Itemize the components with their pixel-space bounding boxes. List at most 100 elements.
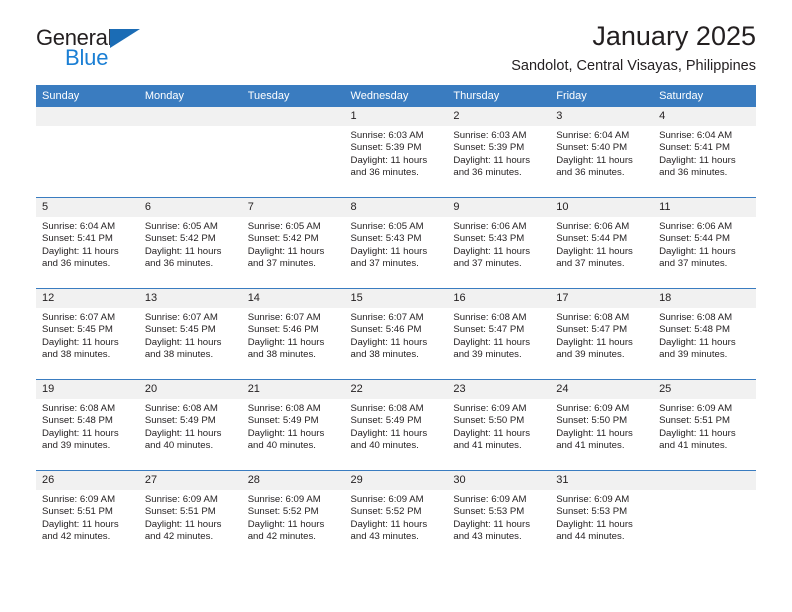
sunrise-time: Sunrise: 6:03 AM [453,130,527,141]
sunset-time: Sunset: 5:52 PM [350,506,422,518]
daylight-duration-line2: and 42 minutes. [42,530,111,542]
sunset-time: Sunset: 5:43 PM [350,233,422,245]
calendar-day-cell[interactable]: 15 Sunrise: 6:07 AM Sunset: 5:46 PM Dayligh… [344,288,448,380]
sunrise-time: Sunrise: 6:09 AM [42,494,116,505]
daylight-duration-line2: and 37 minutes. [659,257,728,269]
daylight-duration-line1: Daylight: 11 hours [350,518,428,530]
day-number: 9 [447,198,551,217]
calendar-week-row: 26 Sunrise: 6:09 AM Sunset: 5:51 PM Dayligh… [36,470,756,561]
sunrise-time: Sunrise: 6:08 AM [659,312,733,323]
day-number: 4 [653,107,756,126]
calendar-day-cell[interactable]: 11 Sunrise: 6:06 AM Sunset: 5:44 PM Dayligh… [653,197,756,289]
daylight-duration-line1: Daylight: 11 hours [453,427,530,439]
day-number: 22 [344,380,448,399]
sunset-time: Sunset: 5:43 PM [453,233,525,245]
calendar-day-cell[interactable]: 26 Sunrise: 6:09 AM Sunset: 5:51 PM Dayligh… [36,470,139,561]
sunset-time: Sunset: 5:39 PM [453,142,525,154]
daylight-duration-line1: Daylight: 11 hours [247,245,325,257]
calendar-day-cell[interactable]: 3 Sunrise: 6:04 AM Sunset: 5:40 PM Daylight… [550,107,654,198]
sunset-time: Sunset: 5:45 PM [144,324,216,336]
day-number: 26 [36,471,139,490]
daylight-duration-line2: and 36 minutes. [144,257,214,269]
sunrise-time: Sunrise: 6:08 AM [42,403,116,414]
day-details: Sunrise: 6:09 AM Sunset: 5:52 PM Daylight:… [242,490,345,543]
calendar-day-cell[interactable]: 2 Sunrise: 6:03 AM Sunset: 5:39 PM Daylight… [447,107,551,198]
sunrise-time: Sunrise: 6:04 AM [42,221,116,232]
calendar-day-cell[interactable]: 16 Sunrise: 6:08 AM Sunset: 5:47 PM Dayligh… [447,288,551,380]
general-blue-logo[interactable]: General Blue [36,26,142,69]
daylight-duration-line2: and 36 minutes. [453,166,522,178]
daylight-duration-line2: and 42 minutes. [144,530,214,542]
weekday-header-thursday: Thursday [447,85,551,107]
daylight-duration-line1: Daylight: 11 hours [659,154,736,166]
calendar-body: 1 Sunrise: 6:03 AM Sunset: 5:39 PM Daylight… [36,107,756,561]
day-number: 17 [550,289,654,308]
calendar-day-cell[interactable]: 7 Sunrise: 6:05 AM Sunset: 5:42 PM Daylight… [241,197,345,289]
sunset-time: Sunset: 5:48 PM [42,415,113,427]
sunset-time: Sunset: 5:41 PM [42,233,113,245]
weekday-header-saturday: Saturday [653,85,756,107]
daylight-duration-line1: Daylight: 11 hours [350,336,428,348]
calendar-day-cell[interactable]: 23 Sunrise: 6:09 AM Sunset: 5:50 PM Dayligh… [447,379,551,471]
calendar-day-cell[interactable]: 8 Sunrise: 6:05 AM Sunset: 5:43 PM Daylight… [344,197,448,289]
daylight-duration-line1: Daylight: 11 hours [556,245,633,257]
calendar-day-cell[interactable]: 14 Sunrise: 6:07 AM Sunset: 5:46 PM Dayligh… [241,288,345,380]
day-details: Sunrise: 6:05 AM Sunset: 5:42 PM Daylight:… [139,217,242,270]
daylight-duration-line2: and 38 minutes. [144,348,214,360]
calendar-day-cell[interactable]: 5 Sunrise: 6:04 AM Sunset: 5:41 PM Daylight… [36,197,139,289]
day-details: Sunrise: 6:08 AM Sunset: 5:48 PM Daylight:… [653,308,756,361]
day-details: Sunrise: 6:08 AM Sunset: 5:47 PM Daylight:… [447,308,550,361]
calendar-day-cell[interactable]: 17 Sunrise: 6:08 AM Sunset: 5:47 PM Dayligh… [550,288,654,380]
daylight-duration-line1: Daylight: 11 hours [453,154,530,166]
calendar-day-cell[interactable]: 31 Sunrise: 6:09 AM Sunset: 5:53 PM Dayligh… [550,470,654,561]
calendar-day-cell[interactable]: 27 Sunrise: 6:09 AM Sunset: 5:51 PM Dayligh… [138,470,242,561]
sunset-time: Sunset: 5:42 PM [144,233,216,245]
daylight-duration-line2: and 42 minutes. [247,530,316,542]
sunrise-time: Sunrise: 6:07 AM [42,312,116,323]
daylight-duration-line1: Daylight: 11 hours [453,518,530,530]
brand-name-line1: General [36,26,142,49]
calendar-day-cell[interactable]: 19 Sunrise: 6:08 AM Sunset: 5:48 PM Dayligh… [36,379,139,471]
day-number [138,107,242,126]
calendar-day-cell[interactable]: 10 Sunrise: 6:06 AM Sunset: 5:44 PM Dayligh… [550,197,654,289]
page-title: January 2025 [592,21,756,51]
day-details: Sunrise: 6:04 AM Sunset: 5:40 PM Daylight:… [550,126,653,179]
calendar-day-cell[interactable]: 12 Sunrise: 6:07 AM Sunset: 5:45 PM Dayligh… [36,288,139,380]
day-details: Sunrise: 6:09 AM Sunset: 5:51 PM Daylight:… [139,490,242,543]
day-details: Sunrise: 6:09 AM Sunset: 5:53 PM Daylight:… [447,490,550,543]
sunrise-time: Sunrise: 6:07 AM [144,312,218,323]
calendar-day-cell[interactable]: 21 Sunrise: 6:08 AM Sunset: 5:49 PM Dayligh… [241,379,345,471]
weekday-header-wednesday: Wednesday [344,85,448,107]
day-details: Sunrise: 6:09 AM Sunset: 5:53 PM Daylight:… [550,490,653,543]
calendar-day-cell[interactable]: 9 Sunrise: 6:06 AM Sunset: 5:43 PM Daylight… [447,197,551,289]
calendar-day-cell[interactable]: 1 Sunrise: 6:03 AM Sunset: 5:39 PM Daylight… [344,107,448,198]
calendar-day-cell[interactable]: 6 Sunrise: 6:05 AM Sunset: 5:42 PM Daylight… [138,197,242,289]
calendar-day-cell[interactable]: 18 Sunrise: 6:08 AM Sunset: 5:48 PM Dayligh… [653,288,756,380]
calendar-day-cell[interactable]: 25 Sunrise: 6:09 AM Sunset: 5:51 PM Dayligh… [653,379,756,471]
calendar-day-cell[interactable]: 24 Sunrise: 6:09 AM Sunset: 5:50 PM Dayligh… [550,379,654,471]
daylight-duration-line1: Daylight: 11 hours [659,245,736,257]
daylight-duration-line2: and 38 minutes. [42,348,111,360]
sunset-time: Sunset: 5:52 PM [247,506,319,518]
day-number [653,471,756,490]
calendar-day-cell[interactable]: 13 Sunrise: 6:07 AM Sunset: 5:45 PM Dayligh… [138,288,242,380]
day-number: 31 [550,471,654,490]
calendar-day-cell[interactable]: 4 Sunrise: 6:04 AM Sunset: 5:41 PM Daylight… [653,107,756,198]
sunrise-time: Sunrise: 6:09 AM [556,403,630,414]
daylight-duration-line1: Daylight: 11 hours [247,518,325,530]
daylight-duration-line2: and 37 minutes. [453,257,522,269]
daylight-duration-line2: and 43 minutes. [350,530,419,542]
calendar-day-cell[interactable]: 20 Sunrise: 6:08 AM Sunset: 5:49 PM Dayligh… [138,379,242,471]
day-number: 10 [550,198,654,217]
day-number: 14 [241,289,345,308]
calendar-day-cell[interactable]: 29 Sunrise: 6:09 AM Sunset: 5:52 PM Dayligh… [344,470,448,561]
sunrise-time: Sunrise: 6:09 AM [144,494,218,505]
calendar-day-cell[interactable]: 30 Sunrise: 6:09 AM Sunset: 5:53 PM Dayligh… [447,470,551,561]
daylight-duration-line2: and 37 minutes. [247,257,316,269]
sunset-time: Sunset: 5:42 PM [247,233,319,245]
calendar-day-cell[interactable]: 22 Sunrise: 6:08 AM Sunset: 5:49 PM Dayligh… [344,379,448,471]
sunset-time: Sunset: 5:49 PM [247,415,319,427]
daylight-duration-line1: Daylight: 11 hours [42,336,119,348]
day-details: Sunrise: 6:08 AM Sunset: 5:49 PM Daylight:… [139,399,242,452]
calendar-day-cell[interactable]: 28 Sunrise: 6:09 AM Sunset: 5:52 PM Dayligh… [241,470,345,561]
